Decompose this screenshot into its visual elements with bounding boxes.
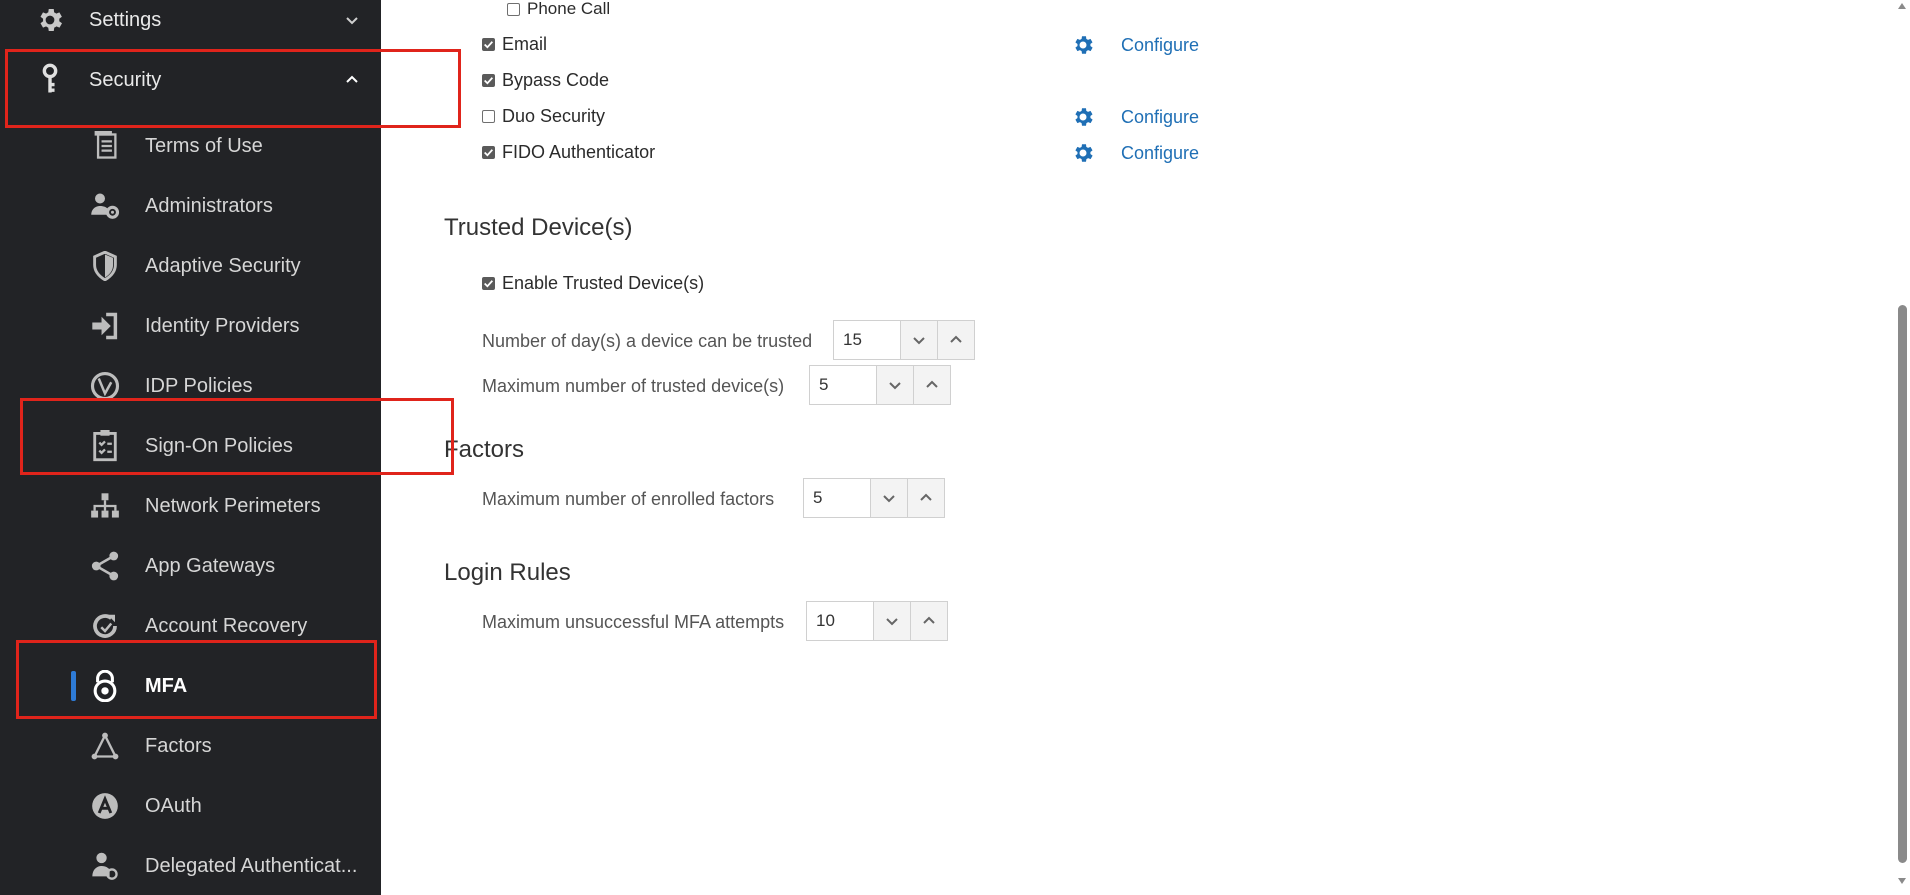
triangle-nodes-icon [89, 730, 121, 762]
sidebar-item-label: Factors [145, 734, 212, 757]
checkbox-label: Enable Trusted Device(s) [502, 273, 705, 293]
sidebar-item-label: IDP Policies [145, 374, 253, 397]
gear-icon[interactable] [1071, 141, 1095, 165]
sidebar-item-label: OAuth [145, 794, 202, 817]
bypass-code-checkbox[interactable] [482, 74, 495, 87]
admin-gear-icon [89, 190, 121, 222]
enable-trusted-devices-option[interactable]: Enable Trusted Device(s) [482, 273, 704, 294]
duo-security-checkbox[interactable] [482, 110, 495, 123]
configure-link[interactable]: Configure [1121, 143, 1199, 164]
max-trusted-devices-stepper[interactable]: 5 [809, 365, 951, 405]
chevron-up-icon [920, 493, 932, 501]
sign-in-icon [89, 310, 121, 342]
enable-trusted-devices-checkbox[interactable] [482, 277, 495, 290]
sidebar-item-label: Delegated Authenticat... [145, 854, 358, 877]
duo-configure[interactable]: Configure [1071, 105, 1199, 129]
max-mfa-attempts-label: Maximum unsuccessful MFA attempts [482, 612, 785, 632]
chevron-down-icon [883, 495, 895, 503]
decrement-button[interactable] [876, 366, 913, 404]
sidebar-item-delegated-authentication[interactable]: Delegated Authenticat... [0, 838, 381, 894]
sidebar-item-factors[interactable]: Factors [0, 718, 381, 774]
increment-button[interactable] [913, 366, 950, 404]
highlight-mfa [16, 640, 377, 719]
sidebar-item-adaptive-security[interactable]: Adaptive Security [0, 238, 381, 294]
sidebar-item-identity-providers[interactable]: Identity Providers [0, 298, 381, 354]
phone-call-option[interactable]: Phone Call [507, 0, 610, 19]
duo-security-option[interactable]: Duo Security [482, 106, 605, 127]
fido-authenticator-option[interactable]: FIDO Authenticator [482, 142, 655, 163]
bypass-code-option[interactable]: Bypass Code [482, 70, 609, 91]
sidebar-item-label: Terms of Use [145, 134, 263, 157]
scroll-up-arrow[interactable] [1898, 3, 1906, 9]
max-enrolled-factors-input[interactable]: 5 [804, 479, 870, 517]
chevron-up-icon [923, 616, 935, 624]
sidebar-item-oauth[interactable]: OAuth [0, 778, 381, 834]
configure-link[interactable]: Configure [1121, 35, 1199, 56]
network-icon [89, 490, 121, 522]
checkbox-label: Email [502, 34, 548, 54]
max-enrolled-factors-label: Maximum number of enrolled factors [482, 489, 775, 509]
decrement-button[interactable] [873, 602, 910, 640]
sidebar-item-app-gateways[interactable]: App Gateways [0, 538, 381, 594]
sidebar-item-label: Administrators [145, 194, 273, 217]
share-icon [89, 550, 121, 582]
increment-button[interactable] [907, 479, 944, 517]
main-content: Phone Call Email Configure Bypass Code D… [381, 0, 1901, 895]
chevron-down-icon [886, 618, 898, 626]
email-configure[interactable]: Configure [1071, 33, 1199, 57]
vertical-scrollbar[interactable] [1895, 0, 1910, 895]
max-trusted-devices-input[interactable]: 5 [810, 366, 876, 404]
login-rules-title: Login Rules [444, 559, 571, 586]
checkbox-label: Duo Security [502, 106, 606, 126]
sidebar-item-network-perimeters[interactable]: Network Perimeters [0, 478, 381, 534]
sidebar-item-administrators[interactable]: Administrators [0, 178, 381, 234]
trusted-days-input[interactable]: 15 [834, 321, 900, 359]
chevron-down-icon [913, 337, 925, 345]
highlight-sign-on-policies [20, 398, 454, 475]
sidebar-item-label: Network Perimeters [145, 494, 321, 517]
trusted-days-label: Number of day(s) a device can be trusted [482, 331, 813, 351]
chevron-up-icon [926, 380, 938, 388]
checkbox-label: Phone Call [527, 0, 611, 18]
fido-configure[interactable]: Configure [1071, 141, 1199, 165]
max-enrolled-factors-stepper[interactable]: 5 [803, 478, 945, 518]
trusted-devices-title: Trusted Device(s) [444, 214, 633, 241]
sidebar-item-label: Settings [89, 8, 162, 31]
chevron-up-icon [950, 335, 962, 343]
factors-title: Factors [444, 436, 525, 463]
gear-icon [34, 4, 66, 36]
sidebar-item-label: Adaptive Security [145, 254, 301, 277]
email-checkbox[interactable] [482, 38, 495, 51]
scroll-thumb[interactable] [1898, 305, 1907, 863]
gear-icon[interactable] [1071, 33, 1095, 57]
oauth-icon [89, 790, 121, 822]
phone-call-checkbox[interactable] [507, 2, 520, 16]
document-icon [89, 130, 121, 162]
highlight-security [5, 49, 461, 128]
sidebar-item-settings[interactable]: Settings [0, 0, 381, 50]
delegated-auth-icon [89, 850, 121, 882]
max-mfa-attempts-input[interactable]: 10 [807, 602, 873, 640]
increment-button[interactable] [937, 321, 974, 359]
trusted-days-stepper[interactable]: 15 [833, 320, 975, 360]
sidebar-item-label: Account Recovery [145, 614, 308, 637]
configure-link[interactable]: Configure [1121, 107, 1199, 128]
scroll-down-arrow[interactable] [1898, 878, 1906, 884]
fido-authenticator-checkbox[interactable] [482, 146, 495, 159]
increment-button[interactable] [910, 602, 947, 640]
recovery-icon [89, 610, 121, 642]
sidebar-item-label: App Gateways [145, 554, 276, 577]
shield-icon [89, 250, 121, 282]
max-trusted-devices-label: Maximum number of trusted device(s) [482, 376, 785, 396]
email-option[interactable]: Email [482, 34, 547, 55]
decrement-button[interactable] [900, 321, 937, 359]
chevron-down-icon [889, 382, 901, 390]
chevron-down-icon [340, 8, 364, 32]
gear-icon[interactable] [1071, 105, 1095, 129]
max-mfa-attempts-stepper[interactable]: 10 [806, 601, 948, 641]
checkbox-label: Bypass Code [502, 70, 610, 90]
sidebar-item-label: Identity Providers [145, 314, 300, 337]
decrement-button[interactable] [870, 479, 907, 517]
checkbox-label: FIDO Authenticator [502, 142, 656, 162]
